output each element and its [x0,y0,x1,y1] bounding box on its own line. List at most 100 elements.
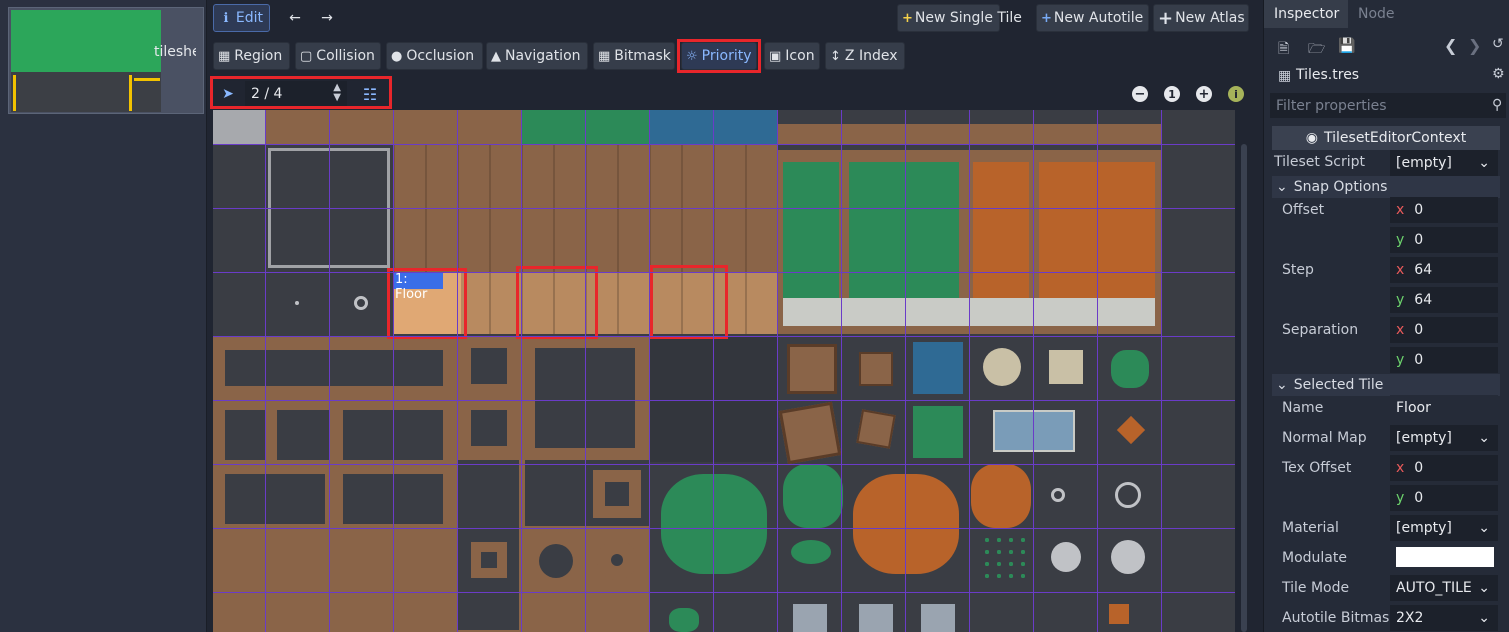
tab-inspector[interactable]: Inspector [1264,0,1348,28]
modulate-label: Modulate [1282,550,1347,566]
filter-properties-input[interactable]: Filter properties [1270,93,1506,118]
tile [783,162,839,302]
tab-occlusion[interactable]: ● Occlusion [386,42,483,70]
thumbnail-marker [134,78,160,81]
modulate-color-swatch[interactable] [1396,547,1494,567]
tex-offset-x-field[interactable]: x0 [1390,455,1498,481]
step-label: Step [1282,262,1314,278]
chevron-down-icon: ⌄ [1276,377,1288,393]
tileset-script-label: Tileset Script [1274,154,1365,170]
plus-icon: + [1041,10,1052,26]
cookie-tile [1109,604,1129,624]
tab-collision[interactable]: ▢ Collision [295,42,381,70]
autotile-bitmask-field[interactable]: 2X2 ⌄ [1390,605,1498,631]
tab-bitmask[interactable]: ▦ Bitmask [593,42,675,70]
history-back-icon[interactable]: ❮ [1444,36,1457,55]
rug-tile [913,406,963,458]
offset-y-field[interactable]: y0 [1390,227,1498,253]
vertical-scrollbar[interactable] [1241,144,1247,632]
tab-icon[interactable]: ▣ Icon [764,42,820,70]
grid-line [213,336,1235,337]
ring-tile [1051,488,1065,502]
history-forward-icon[interactable]: ❯ [1468,36,1481,55]
material-field[interactable]: [empty] ⌄ [1390,515,1498,541]
rug-tile [913,342,963,394]
crate-tile [856,409,896,449]
z-index-icon: ↕ [830,48,841,64]
grid-line [213,464,1235,465]
thumbnail-marker [13,75,16,111]
leaf-tile [791,540,831,564]
plant-tile [1111,350,1149,388]
info-icon[interactable]: i [1228,86,1244,102]
tab-navigation[interactable]: ▲ Navigation [486,42,588,70]
tileset-editor: ℹ Edit ← → + New Single Tile + New Autotile… [207,0,1255,632]
tile [354,296,368,310]
open-folder-icon[interactable]: 🗁 [1308,38,1325,62]
normal-map-field[interactable]: [empty] ⌄ [1390,425,1498,451]
tile [225,410,265,460]
rock-tile [859,604,893,632]
plant-tile [669,608,699,632]
tileset-script-field[interactable]: [empty] ⌄ [1390,150,1498,176]
table-tile [983,348,1021,386]
zoom-in-icon[interactable]: + [1196,86,1212,102]
tab-node[interactable]: Node [1350,0,1410,28]
search-icon: ⚲ [1492,97,1503,113]
tile [213,110,265,144]
grid-line [905,110,906,632]
new-single-tile-button[interactable]: + New Single Tile [897,4,1022,32]
tex-offset-y-field[interactable]: y0 [1390,485,1498,511]
aquarium-tile [993,410,1075,452]
tab-region[interactable]: ▦ Region [213,42,290,70]
resource-name: Tiles.tres [1296,67,1360,83]
tex-offset-label: Tex Offset [1282,460,1352,476]
crate-tile [778,401,842,465]
snap-options-section[interactable]: ⌄ Snap Options [1272,176,1500,198]
tileset-viewport[interactable]: 1: Floor [213,110,1235,632]
tile [539,544,573,578]
save-icon[interactable]: 💾 [1338,38,1355,54]
new-resource-icon[interactable]: 🗎 [1278,38,1289,62]
rock-tile [921,604,955,632]
selected-tile-section[interactable]: ⌄ Selected Tile [1272,374,1500,396]
crate-tile [787,344,837,394]
grid-line [265,110,266,632]
grid-line [213,208,1235,209]
object-properties-icon[interactable]: ⚙ [1492,66,1505,82]
step-x-field[interactable]: x 64 [1390,257,1498,283]
step-y-field[interactable]: y 64 [1390,287,1498,313]
tile-mode-field[interactable]: AUTO_TILE ⌄ [1390,575,1498,601]
highlight-box [387,268,467,339]
separation-x-field[interactable]: x0 [1390,317,1498,343]
rock-tile [793,604,827,632]
new-atlas-button[interactable]: + New Atlas [1153,4,1249,32]
tile [471,410,507,446]
tile [225,350,443,386]
tileset-thumbnail[interactable] [8,7,204,114]
grid-line [457,110,458,632]
tile [849,162,959,302]
zoom-out-icon[interactable]: − [1132,86,1148,102]
arrow-right-icon: → [321,10,333,26]
normal-map-label: Normal Map [1282,430,1367,446]
resource-icon: ▦ [1278,68,1292,84]
name-field[interactable]: Floor [1390,395,1498,421]
tab-z-index[interactable]: ↕ Z Index [825,42,905,70]
history-icon[interactable]: ↺ [1492,36,1504,52]
plate-tile [1051,542,1081,572]
tile [605,482,629,506]
zoom-reset-icon[interactable]: 1 [1164,86,1180,102]
edit-icon: ℹ [223,10,229,26]
separation-y-field[interactable]: y0 [1390,347,1498,373]
edit-button[interactable]: ℹ Edit [213,4,270,32]
grid-line [329,110,330,632]
grid-line [213,400,1235,401]
new-autotile-button[interactable]: + New Autotile [1036,4,1149,32]
chevron-down-icon: ⌄ [1276,179,1288,195]
next-button[interactable]: → [315,4,339,32]
offset-x-field[interactable]: x0 [1390,197,1498,223]
tile-mode-label: Tile Mode [1282,580,1350,596]
previous-button[interactable]: ← [283,4,307,32]
chevron-down-icon: ⌄ [1478,155,1490,171]
